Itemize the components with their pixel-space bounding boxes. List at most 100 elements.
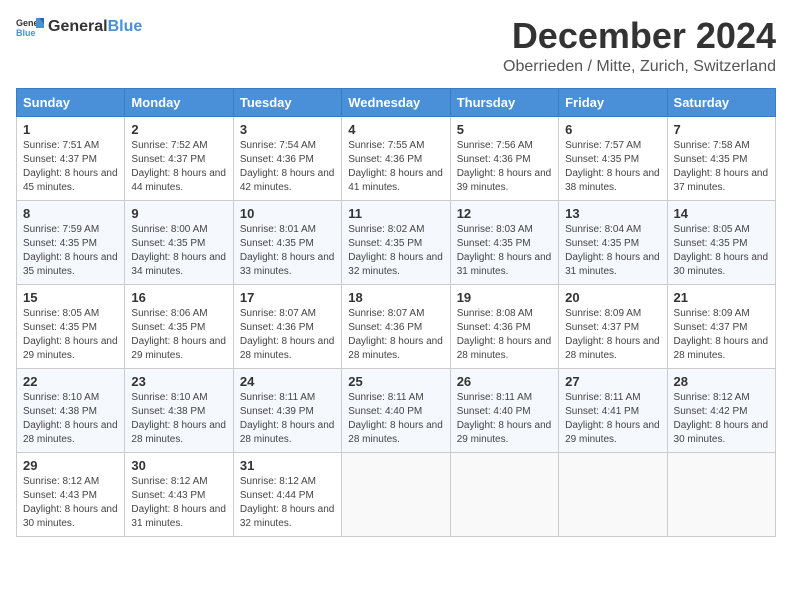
calendar-cell: 20 Sunrise: 8:09 AM Sunset: 4:37 PM Dayl… (559, 284, 667, 368)
day-info: Sunrise: 8:11 AM Sunset: 4:40 PM Dayligh… (348, 391, 443, 447)
page-header: General Blue GeneralBlue December 2024 O… (16, 16, 776, 76)
day-info: Sunrise: 8:04 AM Sunset: 4:35 PM Dayligh… (565, 223, 660, 279)
calendar-cell: 13 Sunrise: 8:04 AM Sunset: 4:35 PM Dayl… (559, 200, 667, 284)
calendar-cell: 17 Sunrise: 8:07 AM Sunset: 4:36 PM Dayl… (233, 284, 341, 368)
calendar-cell: 30 Sunrise: 8:12 AM Sunset: 4:43 PM Dayl… (125, 452, 233, 536)
calendar-cell: 7 Sunrise: 7:58 AM Sunset: 4:35 PM Dayli… (667, 116, 775, 200)
day-of-week-header: Thursday (450, 88, 558, 116)
day-info: Sunrise: 7:59 AM Sunset: 4:35 PM Dayligh… (23, 223, 118, 279)
day-of-week-header: Tuesday (233, 88, 341, 116)
calendar-cell: 4 Sunrise: 7:55 AM Sunset: 4:36 PM Dayli… (342, 116, 450, 200)
day-number: 30 (131, 458, 226, 473)
calendar-cell: 1 Sunrise: 7:51 AM Sunset: 4:37 PM Dayli… (17, 116, 125, 200)
svg-text:Blue: Blue (16, 28, 36, 38)
day-info: Sunrise: 7:56 AM Sunset: 4:36 PM Dayligh… (457, 139, 552, 195)
month-title: December 2024 (503, 16, 776, 56)
day-info: Sunrise: 8:09 AM Sunset: 4:37 PM Dayligh… (565, 307, 660, 363)
day-number: 2 (131, 122, 226, 137)
day-of-week-header: Sunday (17, 88, 125, 116)
calendar-cell: 26 Sunrise: 8:11 AM Sunset: 4:40 PM Dayl… (450, 368, 558, 452)
calendar-cell: 10 Sunrise: 8:01 AM Sunset: 4:35 PM Dayl… (233, 200, 341, 284)
day-of-week-header: Wednesday (342, 88, 450, 116)
day-info: Sunrise: 7:54 AM Sunset: 4:36 PM Dayligh… (240, 139, 335, 195)
calendar-cell: 2 Sunrise: 7:52 AM Sunset: 4:37 PM Dayli… (125, 116, 233, 200)
calendar-cell: 27 Sunrise: 8:11 AM Sunset: 4:41 PM Dayl… (559, 368, 667, 452)
day-number: 20 (565, 290, 660, 305)
day-info: Sunrise: 8:05 AM Sunset: 4:35 PM Dayligh… (23, 307, 118, 363)
day-info: Sunrise: 7:55 AM Sunset: 4:36 PM Dayligh… (348, 139, 443, 195)
calendar-cell: 5 Sunrise: 7:56 AM Sunset: 4:36 PM Dayli… (450, 116, 558, 200)
day-number: 17 (240, 290, 335, 305)
calendar-cell: 28 Sunrise: 8:12 AM Sunset: 4:42 PM Dayl… (667, 368, 775, 452)
calendar-cell (342, 452, 450, 536)
day-info: Sunrise: 7:57 AM Sunset: 4:35 PM Dayligh… (565, 139, 660, 195)
calendar-cell: 12 Sunrise: 8:03 AM Sunset: 4:35 PM Dayl… (450, 200, 558, 284)
day-info: Sunrise: 8:07 AM Sunset: 4:36 PM Dayligh… (348, 307, 443, 363)
calendar-cell: 21 Sunrise: 8:09 AM Sunset: 4:37 PM Dayl… (667, 284, 775, 368)
calendar-header: SundayMondayTuesdayWednesdayThursdayFrid… (17, 88, 776, 116)
day-of-week-header: Friday (559, 88, 667, 116)
day-number: 14 (674, 206, 769, 221)
day-info: Sunrise: 8:01 AM Sunset: 4:35 PM Dayligh… (240, 223, 335, 279)
logo-blue: Blue (108, 18, 143, 35)
day-info: Sunrise: 8:02 AM Sunset: 4:35 PM Dayligh… (348, 223, 443, 279)
calendar-cell: 29 Sunrise: 8:12 AM Sunset: 4:43 PM Dayl… (17, 452, 125, 536)
day-of-week-header: Monday (125, 88, 233, 116)
day-info: Sunrise: 8:12 AM Sunset: 4:42 PM Dayligh… (674, 391, 769, 447)
calendar-cell: 6 Sunrise: 7:57 AM Sunset: 4:35 PM Dayli… (559, 116, 667, 200)
day-number: 10 (240, 206, 335, 221)
day-number: 4 (348, 122, 443, 137)
calendar-cell: 16 Sunrise: 8:06 AM Sunset: 4:35 PM Dayl… (125, 284, 233, 368)
day-number: 1 (23, 122, 118, 137)
day-number: 3 (240, 122, 335, 137)
day-number: 8 (23, 206, 118, 221)
day-info: Sunrise: 8:11 AM Sunset: 4:39 PM Dayligh… (240, 391, 335, 447)
calendar-cell: 3 Sunrise: 7:54 AM Sunset: 4:36 PM Dayli… (233, 116, 341, 200)
day-number: 9 (131, 206, 226, 221)
day-number: 25 (348, 374, 443, 389)
day-number: 7 (674, 122, 769, 137)
day-info: Sunrise: 8:09 AM Sunset: 4:37 PM Dayligh… (674, 307, 769, 363)
logo-general: General (48, 18, 108, 35)
day-info: Sunrise: 8:11 AM Sunset: 4:41 PM Dayligh… (565, 391, 660, 447)
calendar-cell: 25 Sunrise: 8:11 AM Sunset: 4:40 PM Dayl… (342, 368, 450, 452)
day-info: Sunrise: 8:10 AM Sunset: 4:38 PM Dayligh… (23, 391, 118, 447)
day-info: Sunrise: 8:03 AM Sunset: 4:35 PM Dayligh… (457, 223, 552, 279)
calendar-cell: 9 Sunrise: 8:00 AM Sunset: 4:35 PM Dayli… (125, 200, 233, 284)
day-number: 16 (131, 290, 226, 305)
calendar-cell: 31 Sunrise: 8:12 AM Sunset: 4:44 PM Dayl… (233, 452, 341, 536)
day-info: Sunrise: 7:52 AM Sunset: 4:37 PM Dayligh… (131, 139, 226, 195)
day-number: 23 (131, 374, 226, 389)
day-info: Sunrise: 8:05 AM Sunset: 4:35 PM Dayligh… (674, 223, 769, 279)
day-number: 27 (565, 374, 660, 389)
day-number: 6 (565, 122, 660, 137)
day-number: 31 (240, 458, 335, 473)
day-number: 19 (457, 290, 552, 305)
day-number: 18 (348, 290, 443, 305)
day-number: 12 (457, 206, 552, 221)
day-number: 21 (674, 290, 769, 305)
calendar-cell: 11 Sunrise: 8:02 AM Sunset: 4:35 PM Dayl… (342, 200, 450, 284)
day-info: Sunrise: 8:11 AM Sunset: 4:40 PM Dayligh… (457, 391, 552, 447)
day-number: 26 (457, 374, 552, 389)
calendar-cell (450, 452, 558, 536)
day-number: 5 (457, 122, 552, 137)
day-info: Sunrise: 8:12 AM Sunset: 4:43 PM Dayligh… (23, 475, 118, 531)
calendar-cell: 24 Sunrise: 8:11 AM Sunset: 4:39 PM Dayl… (233, 368, 341, 452)
day-info: Sunrise: 7:51 AM Sunset: 4:37 PM Dayligh… (23, 139, 118, 195)
calendar-cell: 18 Sunrise: 8:07 AM Sunset: 4:36 PM Dayl… (342, 284, 450, 368)
calendar-table: SundayMondayTuesdayWednesdayThursdayFrid… (16, 88, 776, 537)
day-number: 15 (23, 290, 118, 305)
location-title: Oberrieden / Mitte, Zurich, Switzerland (503, 58, 776, 76)
day-info: Sunrise: 8:08 AM Sunset: 4:36 PM Dayligh… (457, 307, 552, 363)
calendar-cell: 22 Sunrise: 8:10 AM Sunset: 4:38 PM Dayl… (17, 368, 125, 452)
logo: General Blue GeneralBlue (16, 16, 142, 38)
calendar-cell (559, 452, 667, 536)
day-info: Sunrise: 8:12 AM Sunset: 4:44 PM Dayligh… (240, 475, 335, 531)
day-info: Sunrise: 8:10 AM Sunset: 4:38 PM Dayligh… (131, 391, 226, 447)
calendar-cell: 14 Sunrise: 8:05 AM Sunset: 4:35 PM Dayl… (667, 200, 775, 284)
day-of-week-header: Saturday (667, 88, 775, 116)
day-info: Sunrise: 8:12 AM Sunset: 4:43 PM Dayligh… (131, 475, 226, 531)
day-number: 13 (565, 206, 660, 221)
day-info: Sunrise: 8:07 AM Sunset: 4:36 PM Dayligh… (240, 307, 335, 363)
